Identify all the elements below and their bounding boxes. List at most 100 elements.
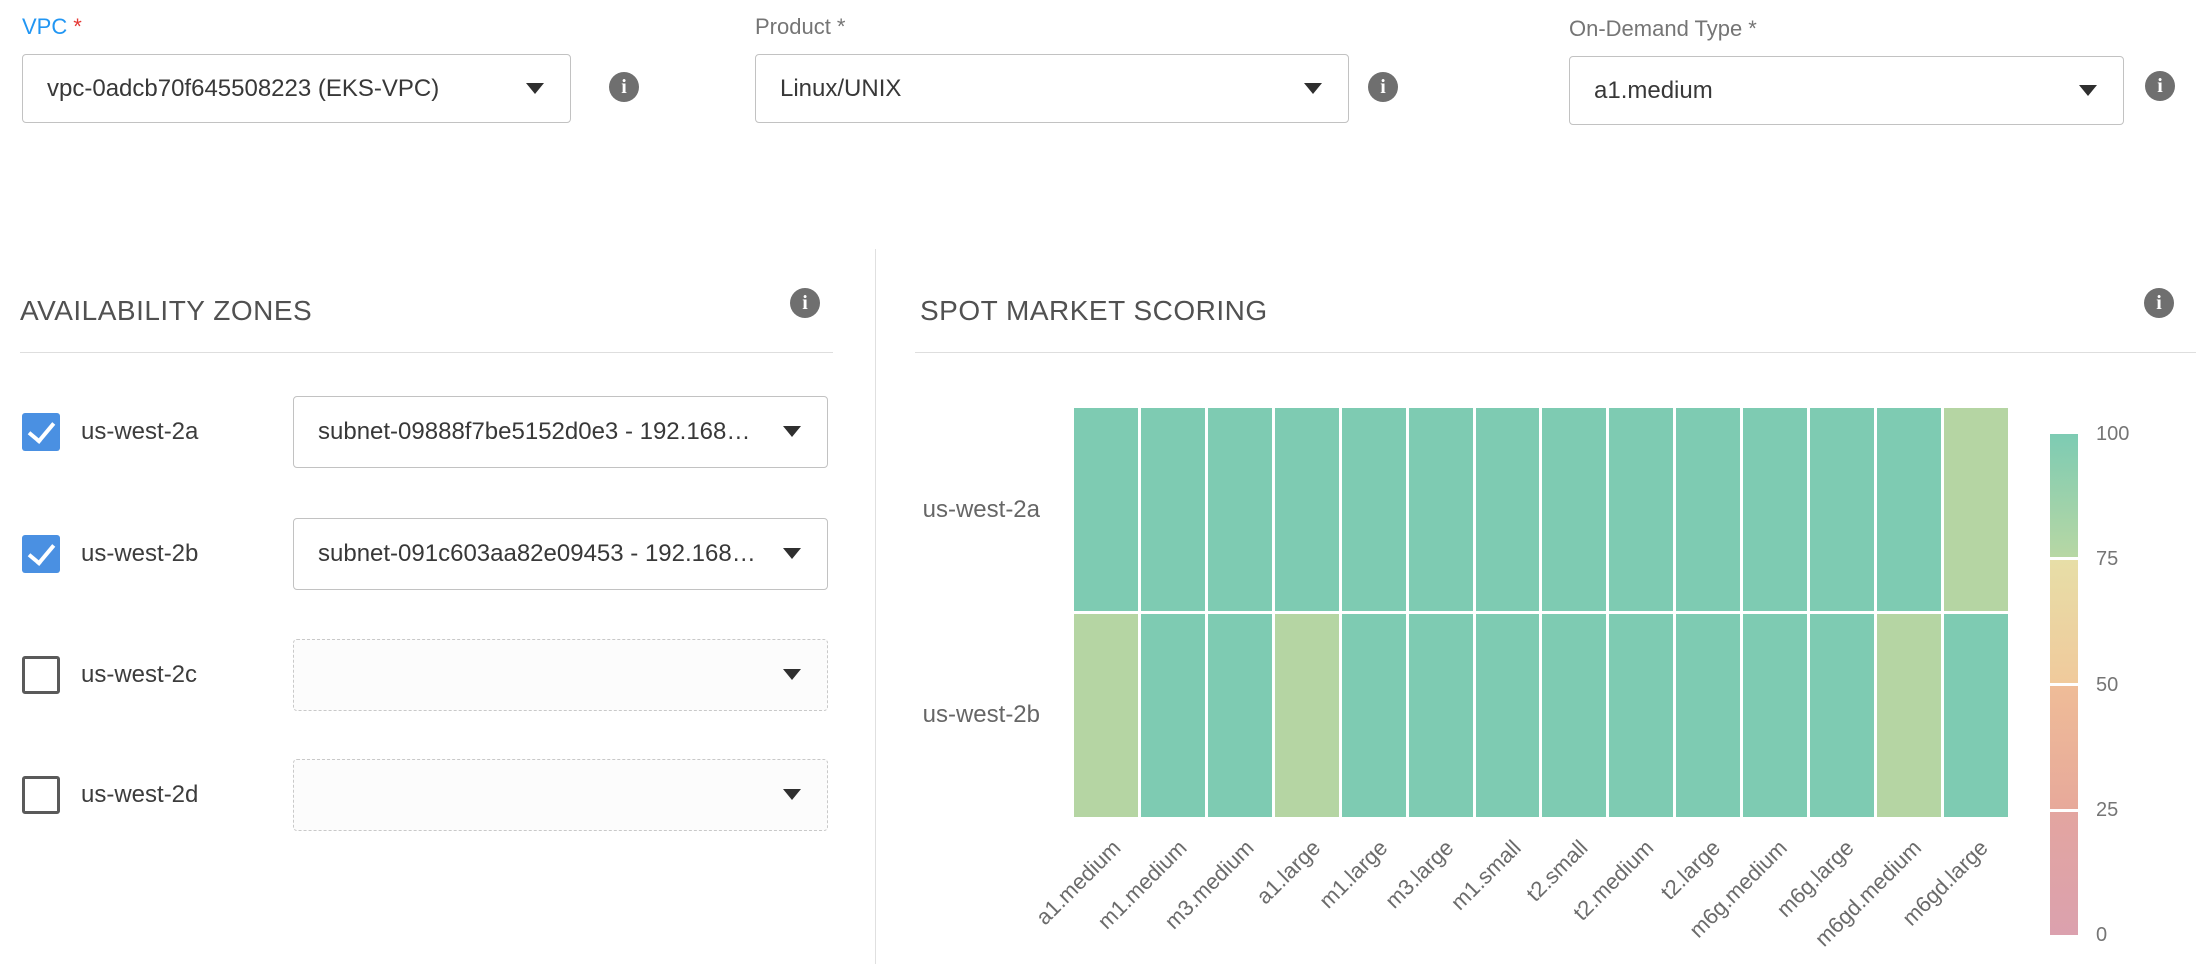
heatmap-cell[interactable] — [1810, 614, 1874, 817]
vpc-select-value: vpc-0adcb70f645508223 (EKS-VPC) — [47, 75, 439, 103]
product-select[interactable]: Linux/UNIX — [755, 54, 1349, 123]
zone-row-us-west-2c: us-west-2c — [22, 639, 833, 711]
legend-tick-label: 25 — [2096, 799, 2118, 821]
heatmap-cell[interactable] — [1342, 614, 1406, 817]
heatmap-cell[interactable] — [1877, 408, 1941, 611]
vpc-info-icon[interactable]: i — [609, 72, 639, 102]
heatmap-cell[interactable] — [1542, 408, 1606, 611]
product-info-icon[interactable]: i — [1368, 72, 1398, 102]
heatmap-cell[interactable] — [1542, 614, 1606, 817]
heatmap-cell[interactable] — [1275, 408, 1339, 611]
subnet-select-us-west-2b[interactable]: subnet-091c603aa82e09453 - 192.168… — [293, 518, 828, 590]
zone-checkbox-us-west-2a[interactable] — [22, 413, 60, 451]
heatmap-cell[interactable] — [1676, 408, 1740, 611]
chevron-down-icon — [1304, 83, 1322, 94]
legend-gradient-segment — [2050, 812, 2078, 935]
heatmap-cell[interactable] — [1476, 614, 1540, 817]
availability-zones-info-icon[interactable]: i — [790, 288, 820, 318]
heatmap-cell[interactable] — [1275, 614, 1339, 817]
heatmap-cell[interactable] — [1877, 614, 1941, 817]
chevron-down-icon — [783, 548, 801, 559]
subnet-select-us-west-2a[interactable]: subnet-09888f7be5152d0e3 - 192.168… — [293, 396, 828, 468]
heatmap-row-labels: us-west-2aus-west-2b — [900, 408, 1040, 817]
heatmap-column-label: a1.large — [1251, 835, 1326, 910]
chevron-down-icon — [783, 789, 801, 800]
heatmap-cell[interactable] — [1609, 614, 1673, 817]
legend-gradient-segment — [2050, 686, 2078, 809]
heatmap-row-label: us-west-2b — [900, 613, 1040, 818]
heatmap-cell[interactable] — [1409, 614, 1473, 817]
spot-market-scoring-title: SPOT MARKET SCORING — [920, 295, 1268, 327]
heatmap-cell[interactable] — [1944, 408, 2008, 611]
product-label: Product* — [755, 14, 1349, 40]
heatmap-cell[interactable] — [1141, 408, 1205, 611]
heatmap-cell[interactable] — [1074, 408, 1138, 611]
heatmap-legend — [2050, 434, 2078, 935]
legend-tick-label: 0 — [2096, 924, 2107, 946]
on-demand-type-required-marker: * — [1748, 16, 1757, 41]
vpc-select[interactable]: vpc-0adcb70f645508223 (EKS-VPC) — [22, 54, 571, 123]
heatmap-cell[interactable] — [1676, 614, 1740, 817]
vpc-label-text: VPC — [22, 14, 67, 39]
heatmap-cell[interactable] — [1141, 614, 1205, 817]
heatmap-cell[interactable] — [1743, 408, 1807, 611]
product-field: Product* Linux/UNIX — [755, 14, 1349, 123]
heatmap-cell[interactable] — [1743, 614, 1807, 817]
vpc-label: VPC* — [22, 14, 571, 40]
chevron-down-icon — [783, 426, 801, 437]
subnet-select-us-west-2d[interactable] — [293, 759, 828, 831]
spot-market-scoring-info-icon[interactable]: i — [2144, 288, 2174, 318]
zone-label-us-west-2a: us-west-2a — [81, 396, 198, 468]
heatmap-cell[interactable] — [1074, 614, 1138, 817]
spot-configuration-page: VPC* vpc-0adcb70f645508223 (EKS-VPC) i P… — [0, 0, 2196, 964]
heatmap-cell[interactable] — [1609, 408, 1673, 611]
heatmap-column-label: m1.large — [1314, 835, 1393, 914]
on-demand-type-info-icon[interactable]: i — [2145, 71, 2175, 101]
heatmap-cell[interactable] — [1208, 614, 1272, 817]
heatmap-column-label: m3.large — [1380, 835, 1459, 914]
heatmap-cell[interactable] — [1342, 408, 1406, 611]
availability-zones-title: AVAILABILITY ZONES — [20, 295, 312, 327]
heatmap-legend-ticks: 1007550250 — [2096, 434, 2176, 935]
on-demand-type-select[interactable]: a1.medium — [1569, 56, 2124, 125]
on-demand-type-field: On-Demand Type* a1.medium — [1569, 16, 2124, 125]
legend-gradient-segment — [2050, 434, 2078, 557]
heatmap-column-labels: a1.mediumm1.mediumm3.mediuma1.largem1.la… — [1074, 835, 2008, 964]
section-vertical-divider — [875, 249, 876, 964]
heatmap-grid — [1074, 408, 2008, 817]
chevron-down-icon — [2079, 85, 2097, 96]
heatmap-cell[interactable] — [1810, 408, 1874, 611]
subnet-select-us-west-2c[interactable] — [293, 639, 828, 711]
zone-row-us-west-2d: us-west-2d — [22, 759, 833, 831]
vpc-field: VPC* vpc-0adcb70f645508223 (EKS-VPC) — [22, 14, 571, 123]
heatmap-cell[interactable] — [1208, 408, 1272, 611]
legend-tick-label: 50 — [2096, 674, 2118, 696]
product-required-marker: * — [837, 14, 846, 39]
spot-market-scoring-divider — [915, 352, 2196, 353]
zone-row-us-west-2b: us-west-2b subnet-091c603aa82e09453 - 19… — [22, 518, 833, 590]
product-select-value: Linux/UNIX — [780, 75, 901, 103]
zone-label-us-west-2c: us-west-2c — [81, 639, 197, 711]
on-demand-type-label-text: On-Demand Type — [1569, 16, 1742, 41]
chevron-down-icon — [783, 669, 801, 680]
vpc-required-marker: * — [73, 14, 82, 39]
on-demand-type-select-value: a1.medium — [1594, 77, 1713, 105]
heatmap-row-label: us-west-2a — [900, 408, 1040, 613]
zone-checkbox-us-west-2b[interactable] — [22, 535, 60, 573]
subnet-select-value: subnet-091c603aa82e09453 - 192.168… — [318, 540, 756, 568]
heatmap-cell[interactable] — [1409, 408, 1473, 611]
heatmap-cell[interactable] — [1476, 408, 1540, 611]
heatmap-cell[interactable] — [1944, 614, 2008, 817]
zone-row-us-west-2a: us-west-2a subnet-09888f7be5152d0e3 - 19… — [22, 396, 833, 468]
legend-tick-label: 75 — [2096, 548, 2118, 570]
on-demand-type-label: On-Demand Type* — [1569, 16, 2124, 42]
zone-label-us-west-2b: us-west-2b — [81, 518, 198, 590]
zone-checkbox-us-west-2d[interactable] — [22, 776, 60, 814]
zone-label-us-west-2d: us-west-2d — [81, 759, 198, 831]
availability-zones-divider — [20, 352, 833, 353]
subnet-select-value: subnet-09888f7be5152d0e3 - 192.168… — [318, 418, 750, 446]
heatmap-column-label: m1.small — [1445, 835, 1526, 916]
product-label-text: Product — [755, 14, 831, 39]
zone-checkbox-us-west-2c[interactable] — [22, 656, 60, 694]
legend-tick-label: 100 — [2096, 423, 2129, 445]
